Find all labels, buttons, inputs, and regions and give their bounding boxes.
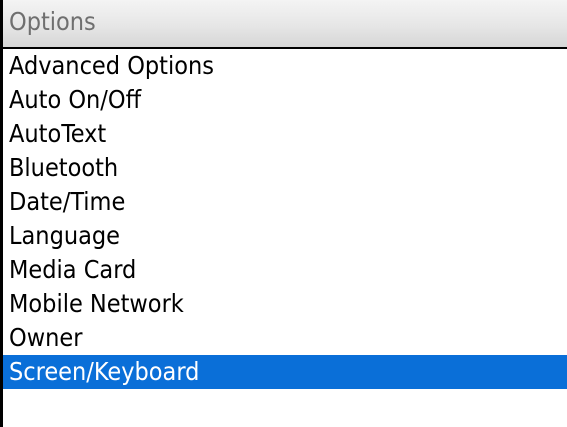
list-item-autotext[interactable]: AutoText xyxy=(3,117,567,151)
list-item-auto-on-off[interactable]: Auto On/Off xyxy=(3,83,567,117)
options-list: Advanced Options Auto On/Off AutoText Bl… xyxy=(3,49,567,409)
list-item-bluetooth[interactable]: Bluetooth xyxy=(3,151,567,185)
options-screen: Options Advanced Options Auto On/Off Aut… xyxy=(0,0,567,427)
list-item-advanced-options[interactable]: Advanced Options xyxy=(3,49,567,83)
list-item-screen-keyboard[interactable]: Screen/Keyboard xyxy=(3,355,567,389)
screen-title: Options xyxy=(9,7,96,36)
list-item-next-partial[interactable] xyxy=(3,389,567,409)
list-item-mobile-network[interactable]: Mobile Network xyxy=(3,287,567,321)
list-item-owner[interactable]: Owner xyxy=(3,321,567,355)
list-item-language[interactable]: Language xyxy=(3,219,567,253)
title-bar: Options xyxy=(3,0,567,47)
list-item-media-card[interactable]: Media Card xyxy=(3,253,567,287)
list-item-date-time[interactable]: Date/Time xyxy=(3,185,567,219)
